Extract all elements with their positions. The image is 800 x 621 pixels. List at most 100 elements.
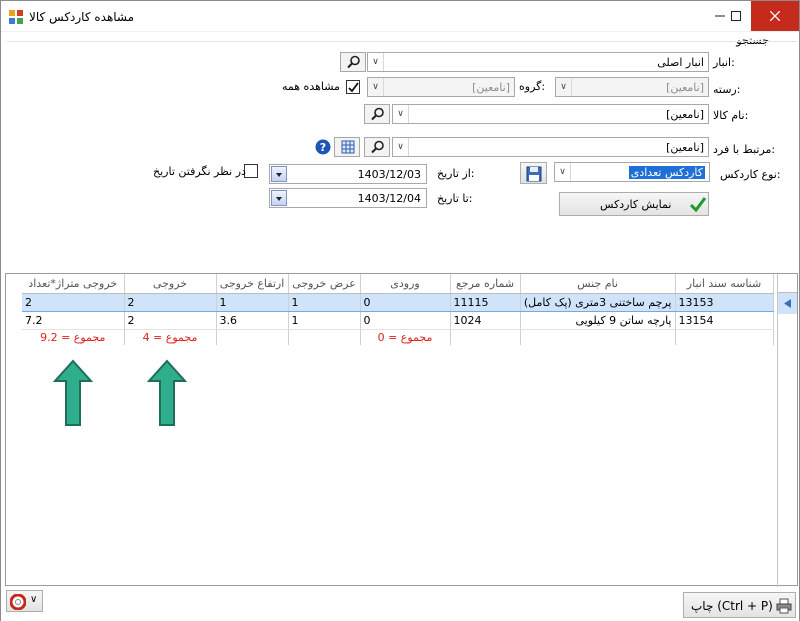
table-row[interactable]: 2 2 1 1 0 11115 پرچم ساختنی 3متری (پک کا… bbox=[22, 292, 774, 312]
product-search-button[interactable] bbox=[364, 104, 390, 124]
kardex-type-combo[interactable]: ∨ کاردکس تعدادی bbox=[554, 162, 710, 182]
product-combo[interactable]: ∨ [نامعین] bbox=[392, 104, 709, 124]
current-row-arrow-icon bbox=[784, 299, 791, 308]
group-value: [نامعین] bbox=[472, 81, 510, 94]
print-button[interactable]: چاپ (Ctrl + P) bbox=[683, 592, 796, 618]
cell[interactable]: 1 bbox=[216, 292, 289, 312]
kardex-table: خروجی متراژ*تعداد خروجی ارتفاع خروجی عرض… bbox=[22, 274, 774, 345]
app-icon bbox=[9, 10, 23, 24]
cell[interactable]: 13154 bbox=[675, 311, 774, 330]
cell[interactable]: 7.2 bbox=[22, 311, 125, 330]
cell[interactable]: 13153 bbox=[675, 292, 774, 312]
column-header[interactable]: خروجی bbox=[124, 274, 217, 294]
warehouse-value: انبار اصلی bbox=[657, 56, 704, 69]
checkmark-icon bbox=[690, 197, 706, 212]
arrow-up-icon bbox=[53, 359, 93, 426]
column-header[interactable]: شناسه سند انبار bbox=[675, 274, 774, 294]
from-date-value: 1403/12/03 bbox=[357, 168, 421, 181]
chevron-down-icon: ∨ bbox=[30, 594, 38, 605]
cell bbox=[675, 329, 774, 345]
maximize-button[interactable] bbox=[719, 1, 753, 31]
related-person-combo[interactable]: ∨ [نامعین] bbox=[392, 137, 709, 157]
cell[interactable]: پارچه ساتن 9 کیلویی bbox=[520, 311, 676, 330]
search-icon bbox=[347, 55, 360, 69]
cell[interactable]: 11115 bbox=[450, 292, 521, 312]
cell[interactable]: 2 bbox=[22, 292, 125, 312]
search-group-border bbox=[7, 41, 797, 42]
title-bar: مشاهده کاردکس کالا bbox=[1, 1, 799, 32]
search-icon bbox=[371, 107, 384, 121]
cell[interactable]: 0 bbox=[360, 292, 451, 312]
column-header[interactable]: عرض خروجی bbox=[288, 274, 361, 294]
summary-row: مجموع = 9.2 مجموع = 4 مجموع = 0 bbox=[22, 329, 774, 345]
warehouse-search-button[interactable] bbox=[340, 52, 366, 72]
table-row[interactable]: 7.2 2 3.6 1 0 1024 پارچه ساتن 9 کیلویی 1… bbox=[22, 311, 774, 330]
show-kardex-label: نمایش کاردکس bbox=[600, 198, 672, 211]
bottom-bar: ∨ چاپ (Ctrl + P) bbox=[1, 587, 799, 621]
svg-text:?: ? bbox=[320, 141, 326, 154]
chevron-down-icon: ∨ bbox=[368, 53, 384, 71]
cell[interactable]: 2 bbox=[124, 292, 217, 312]
show-all-checkbox[interactable] bbox=[346, 80, 360, 94]
category-combo[interactable]: ∨ [نامعین] bbox=[555, 77, 709, 97]
row-indicator-column bbox=[777, 314, 797, 587]
row-indicator-header bbox=[777, 274, 797, 293]
related-person-list-button[interactable] bbox=[334, 137, 360, 157]
help-icon[interactable]: ? bbox=[315, 139, 331, 155]
cell[interactable]: 3.6 bbox=[216, 311, 289, 330]
sum-area-output: مجموع = 9.2 bbox=[22, 329, 125, 345]
kardex-type-value: کاردکس تعدادی bbox=[628, 166, 705, 179]
close-icon bbox=[769, 10, 781, 22]
kardex-grid[interactable]: خروجی متراژ*تعداد خروجی ارتفاع خروجی عرض… bbox=[5, 273, 798, 587]
cell[interactable]: 1 bbox=[288, 311, 361, 330]
column-header[interactable]: ورودی bbox=[360, 274, 451, 294]
cell[interactable]: 2 bbox=[124, 311, 217, 330]
warehouse-label: انبار: bbox=[713, 56, 735, 69]
calendar-dropdown-icon[interactable] bbox=[271, 190, 287, 206]
product-label: نام کالا: bbox=[713, 109, 749, 122]
from-date-picker[interactable]: 1403/12/03 bbox=[269, 164, 427, 184]
chevron-down-icon: ∨ bbox=[555, 163, 571, 181]
group-combo[interactable]: ∨ [نامعین] bbox=[367, 77, 515, 97]
from-date-label: از تاریخ: bbox=[437, 167, 475, 180]
row-indicator-selected[interactable] bbox=[777, 293, 797, 314]
show-all-label: مشاهده همه bbox=[282, 80, 340, 93]
cell[interactable]: 0 bbox=[360, 311, 451, 330]
to-date-picker[interactable]: 1403/12/04 bbox=[269, 188, 427, 208]
print-label: چاپ (Ctrl + P) bbox=[691, 599, 773, 613]
ignore-date-label: در نظر نگرفتن تاریخ bbox=[153, 165, 246, 178]
column-header[interactable]: نام جنس bbox=[520, 274, 676, 294]
save-button[interactable] bbox=[520, 162, 547, 184]
related-person-value: [نامعین] bbox=[666, 141, 704, 154]
maximize-icon bbox=[731, 11, 741, 21]
column-header[interactable]: شماره مرجع bbox=[450, 274, 521, 294]
column-header[interactable]: خروجی متراژ*تعداد bbox=[22, 274, 125, 294]
calendar-dropdown-icon[interactable] bbox=[271, 166, 287, 182]
cell bbox=[450, 329, 521, 345]
lifebuoy-icon bbox=[10, 594, 26, 610]
kardex-type-label: نوع کاردکس: bbox=[720, 168, 781, 181]
cell bbox=[216, 329, 289, 345]
help-menu-button[interactable]: ∨ bbox=[6, 590, 43, 612]
cell[interactable]: 1 bbox=[288, 292, 361, 312]
column-header[interactable]: ارتفاع خروجی bbox=[216, 274, 289, 294]
chevron-down-icon: ∨ bbox=[393, 138, 409, 156]
sum-output: مجموع = 4 bbox=[124, 329, 217, 345]
close-button[interactable] bbox=[751, 1, 799, 31]
arrow-up-icon bbox=[147, 359, 187, 426]
ignore-date-checkbox[interactable] bbox=[244, 164, 258, 178]
product-value: [نامعین] bbox=[666, 108, 704, 121]
check-icon bbox=[348, 82, 359, 93]
cell bbox=[520, 329, 676, 345]
search-icon bbox=[371, 140, 384, 154]
cell[interactable]: پرچم ساختنی 3متری (پک کامل) bbox=[520, 292, 676, 312]
show-kardex-button[interactable]: نمایش کاردکس bbox=[559, 192, 709, 216]
cell[interactable]: 1024 bbox=[450, 311, 521, 330]
printer-icon bbox=[776, 598, 792, 614]
related-person-search-button[interactable] bbox=[364, 137, 390, 157]
warehouse-combo[interactable]: ∨ انبار اصلی bbox=[367, 52, 709, 72]
category-value: [نامعین] bbox=[666, 81, 704, 94]
kardex-window: مشاهده کاردکس کالا جستجو انبار: ∨ انبار … bbox=[0, 0, 800, 621]
floppy-disk-icon bbox=[526, 166, 542, 182]
table-header-row: خروجی متراژ*تعداد خروجی ارتفاع خروجی عرض… bbox=[22, 274, 774, 294]
